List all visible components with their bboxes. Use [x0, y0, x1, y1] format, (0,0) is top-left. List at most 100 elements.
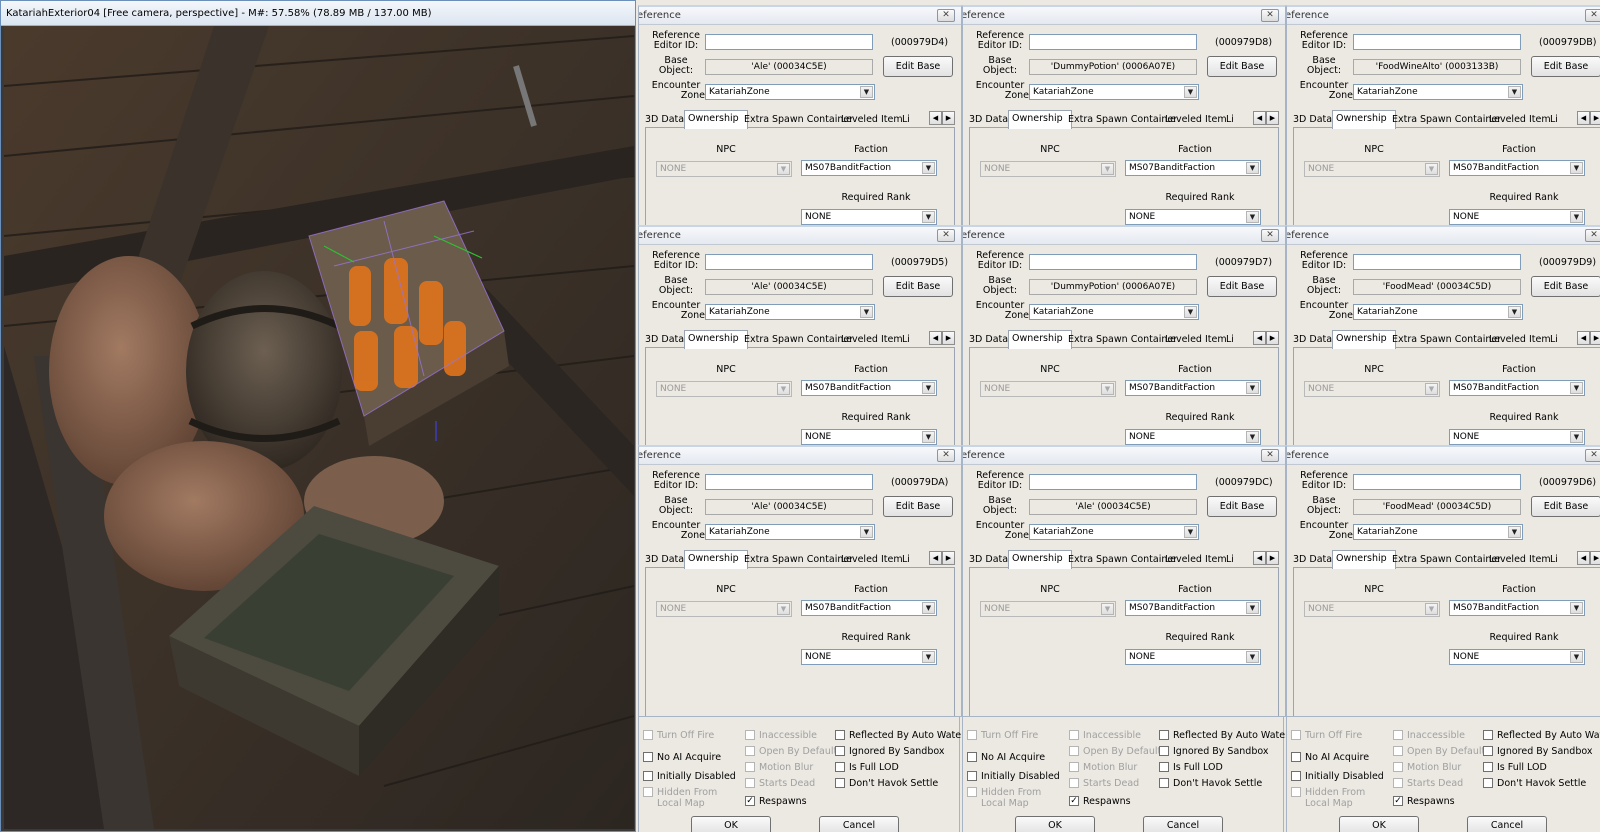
scene-render[interactable]: [4, 26, 634, 829]
close-button[interactable]: ✕: [1261, 449, 1279, 462]
close-button[interactable]: ✕: [937, 449, 955, 462]
window-titlebar[interactable]: eference ✕: [639, 7, 961, 25]
tab-leveled-item[interactable]: Leveled Item: [1489, 333, 1551, 348]
faction-select[interactable]: MS07BanditFaction ▼: [1125, 600, 1261, 616]
tab-extra[interactable]: Extra: [1392, 553, 1418, 568]
tab-truncated[interactable]: Li: [902, 333, 916, 348]
tab-scroll-left-icon[interactable]: ◀: [1577, 111, 1590, 125]
tab-leveled-item[interactable]: Leveled Item: [841, 333, 903, 348]
tab-extra[interactable]: Extra: [744, 113, 770, 128]
tab-scroll-left-icon[interactable]: ◀: [1577, 331, 1590, 345]
editor-id-input[interactable]: [1029, 474, 1197, 490]
tab-ownership[interactable]: Ownership: [1332, 550, 1396, 569]
tab-ownership[interactable]: Ownership: [684, 110, 748, 129]
required-rank-select[interactable]: NONE ▼: [1125, 649, 1261, 665]
tab-scroll-right-icon[interactable]: ▶: [1590, 551, 1600, 565]
tab-3d-data[interactable]: 3D Data: [1293, 553, 1332, 568]
edit-base-button[interactable]: Edit Base: [1207, 276, 1277, 297]
editor-id-input[interactable]: [705, 474, 873, 490]
tab-ownership[interactable]: Ownership: [1008, 550, 1072, 569]
tab-truncated[interactable]: Li: [1550, 113, 1564, 128]
required-rank-select[interactable]: NONE ▼: [1125, 209, 1261, 225]
encounter-zone-select[interactable]: KatariahZone ▼: [1029, 304, 1199, 320]
tab-scroll-left-icon[interactable]: ◀: [1253, 551, 1266, 565]
tab-truncated[interactable]: Li: [902, 553, 916, 568]
tab-3d-data[interactable]: 3D Data: [1293, 113, 1332, 128]
encounter-zone-select[interactable]: KatariahZone ▼: [1029, 524, 1199, 540]
tab-3d-data[interactable]: 3D Data: [969, 553, 1008, 568]
faction-select[interactable]: MS07BanditFaction ▼: [1449, 600, 1585, 616]
tab-leveled-item[interactable]: Leveled Item: [1489, 553, 1551, 568]
tab-spawn-container[interactable]: Spawn Container: [1096, 333, 1177, 348]
checkbox-box[interactable]: [1483, 746, 1493, 756]
tab-truncated[interactable]: Li: [902, 113, 916, 128]
tab-scroll-right-icon[interactable]: ▶: [942, 111, 955, 125]
encounter-zone-select[interactable]: KatariahZone ▼: [1029, 84, 1199, 100]
tab-leveled-item[interactable]: Leveled Item: [1489, 113, 1551, 128]
tab-extra[interactable]: Extra: [1068, 553, 1094, 568]
required-rank-select[interactable]: NONE ▼: [801, 649, 937, 665]
reference-window[interactable]: eference ✕ Reference Editor ID: (000979D7) Ba…: [962, 225, 1286, 446]
checkbox-box[interactable]: [1483, 730, 1493, 740]
tab-ownership[interactable]: Ownership: [1332, 330, 1396, 349]
checkbox-box[interactable]: [967, 771, 977, 781]
tab-leveled-item[interactable]: Leveled Item: [1165, 553, 1227, 568]
reference-window[interactable]: eference ✕ Reference Editor ID: (000979D4) Ba…: [638, 5, 962, 226]
faction-select[interactable]: MS07BanditFaction ▼: [1125, 380, 1261, 396]
tab-spawn-container[interactable]: Spawn Container: [1420, 113, 1501, 128]
tab-3d-data[interactable]: 3D Data: [645, 113, 684, 128]
tab-extra[interactable]: Extra: [1392, 113, 1418, 128]
required-rank-select[interactable]: NONE ▼: [1449, 209, 1585, 225]
close-button[interactable]: ✕: [1261, 9, 1279, 22]
tab-leveled-item[interactable]: Leveled Item: [841, 113, 903, 128]
encounter-zone-select[interactable]: KatariahZone ▼: [705, 84, 875, 100]
tab-scroll-left-icon[interactable]: ◀: [1253, 111, 1266, 125]
checkbox-box[interactable]: [835, 730, 845, 740]
close-button[interactable]: ✕: [1261, 229, 1279, 242]
encounter-zone-select[interactable]: KatariahZone ▼: [1353, 84, 1523, 100]
checkbox-box[interactable]: [1159, 730, 1169, 740]
tab-spawn-container[interactable]: Spawn Container: [1420, 333, 1501, 348]
tab-3d-data[interactable]: 3D Data: [645, 553, 684, 568]
edit-base-button[interactable]: Edit Base: [1531, 56, 1600, 77]
reference-window[interactable]: eference ✕ Reference Editor ID: (000979D6) Ba…: [1286, 445, 1600, 717]
tab-spawn-container[interactable]: Spawn Container: [1096, 553, 1177, 568]
reference-window[interactable]: eference ✕ Reference Editor ID: (000979DA) Ba…: [638, 445, 962, 717]
edit-base-button[interactable]: Edit Base: [1207, 496, 1277, 517]
tab-extra[interactable]: Extra: [744, 333, 770, 348]
checkbox-box[interactable]: [643, 752, 653, 762]
editor-id-input[interactable]: [1353, 34, 1521, 50]
cancel-button[interactable]: Cancel: [1143, 816, 1223, 832]
window-titlebar[interactable]: eference ✕: [1287, 447, 1600, 465]
window-titlebar[interactable]: eference ✕: [963, 447, 1285, 465]
tab-scroll-left-icon[interactable]: ◀: [929, 551, 942, 565]
tab-scroll-left-icon[interactable]: ◀: [929, 111, 942, 125]
tab-truncated[interactable]: Li: [1226, 553, 1240, 568]
encounter-zone-select[interactable]: KatariahZone ▼: [705, 524, 875, 540]
reference-window[interactable]: eference ✕ Reference Editor ID: (000979D5) Ba…: [638, 225, 962, 446]
editor-id-input[interactable]: [705, 34, 873, 50]
close-button[interactable]: ✕: [937, 9, 955, 22]
checkbox-box[interactable]: ✓: [745, 796, 755, 806]
editor-id-input[interactable]: [1353, 474, 1521, 490]
tab-leveled-item[interactable]: Leveled Item: [841, 553, 903, 568]
tab-3d-data[interactable]: 3D Data: [645, 333, 684, 348]
tab-extra[interactable]: Extra: [1392, 333, 1418, 348]
tab-extra[interactable]: Extra: [1068, 113, 1094, 128]
faction-select[interactable]: MS07BanditFaction ▼: [801, 600, 937, 616]
tab-spawn-container[interactable]: Spawn Container: [1096, 113, 1177, 128]
edit-base-button[interactable]: Edit Base: [883, 496, 953, 517]
checkbox-box[interactable]: [1159, 746, 1169, 756]
tab-ownership[interactable]: Ownership: [1008, 330, 1072, 349]
tab-scroll-right-icon[interactable]: ▶: [942, 551, 955, 565]
window-titlebar[interactable]: eference ✕: [639, 227, 961, 245]
checkbox-box[interactable]: [1291, 771, 1301, 781]
editor-id-input[interactable]: [1353, 254, 1521, 270]
render-viewport[interactable]: KatariahExterior04 [Free camera, perspec…: [0, 0, 636, 832]
window-titlebar[interactable]: eference ✕: [1287, 227, 1600, 245]
tab-spawn-container[interactable]: Spawn Container: [1420, 553, 1501, 568]
ok-button[interactable]: OK: [691, 816, 771, 832]
editor-id-input[interactable]: [705, 254, 873, 270]
tab-scroll-right-icon[interactable]: ▶: [1590, 331, 1600, 345]
tab-3d-data[interactable]: 3D Data: [969, 333, 1008, 348]
